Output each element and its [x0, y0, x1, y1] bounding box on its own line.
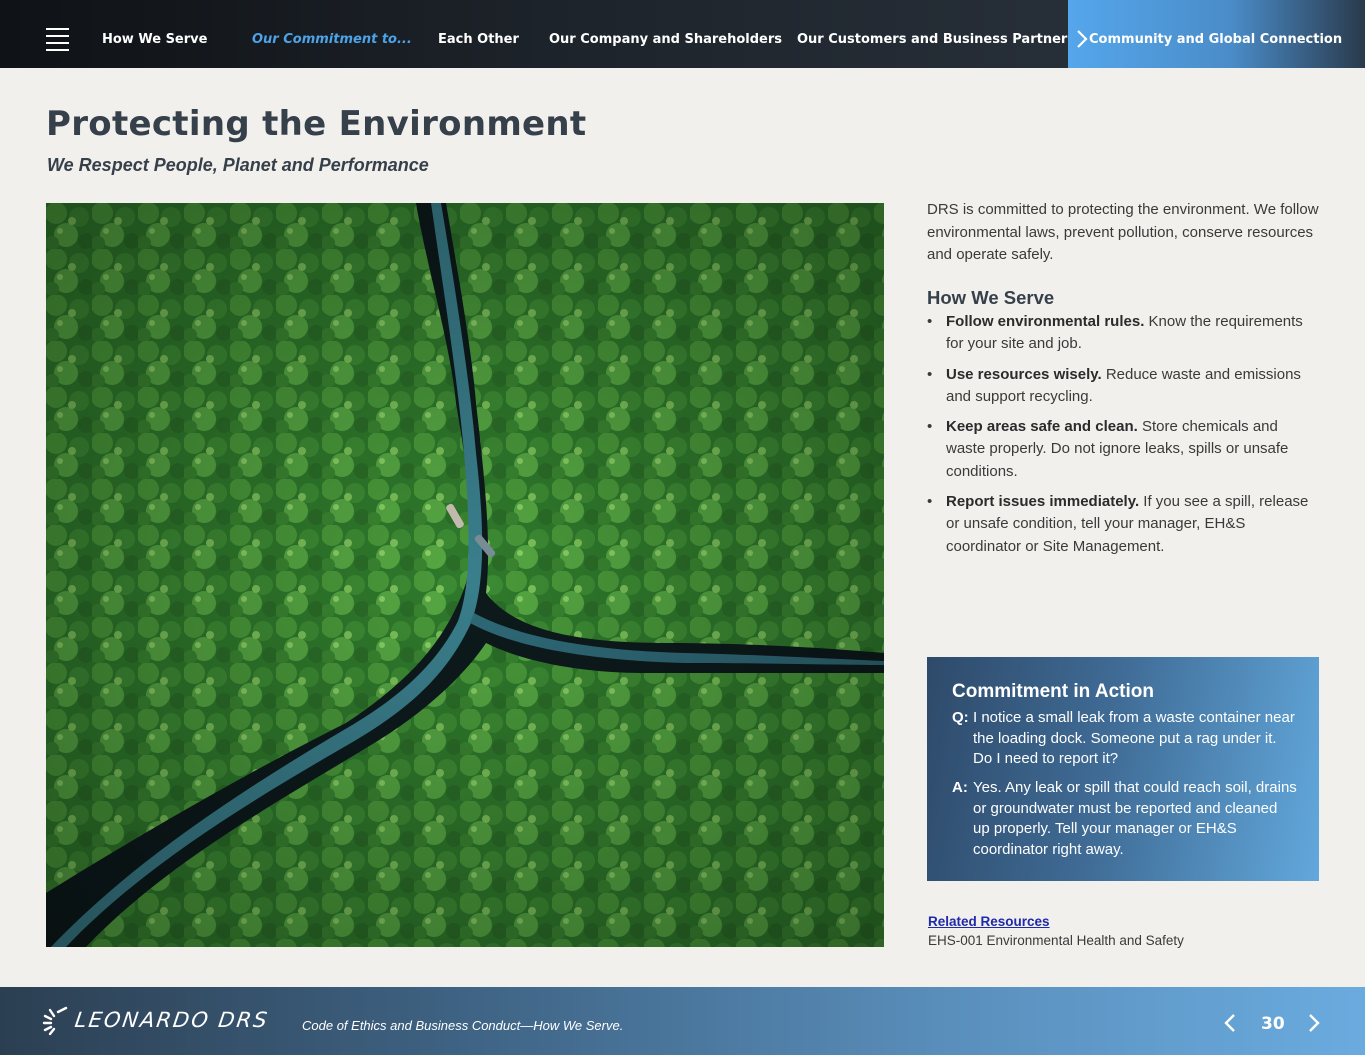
- question-label: Q:: [952, 709, 969, 726]
- callout-title: Commitment in Action: [952, 681, 1154, 702]
- callout-answer: A: Yes. Any leak or spill that could rea…: [952, 778, 1297, 860]
- page-title: Protecting the Environment: [46, 104, 587, 144]
- related-resource-item: EHS-001 Environmental Health and Safety: [928, 933, 1184, 948]
- nav-active-label: Community and Global Connection: [1089, 32, 1343, 47]
- bullet-lead: Keep areas safe and clean.: [946, 418, 1138, 436]
- list-item: Report issues immediately. If you see a …: [927, 491, 1319, 558]
- page-subtitle: We Respect People, Planet and Performanc…: [47, 155, 429, 175]
- nav-item-community-global[interactable]: Community and Global Connection: [1068, 0, 1365, 68]
- hamburger-icon[interactable]: [46, 28, 69, 52]
- commitment-in-action-callout: Commitment in Action Q: I notice a small…: [927, 657, 1319, 881]
- bullet-lead: Use resources wisely.: [946, 365, 1102, 383]
- nav-item-each-other[interactable]: Each Other: [438, 32, 519, 47]
- logo-text: LEONARDO DRS: [73, 1008, 271, 1032]
- section-heading: How We Serve: [927, 287, 1055, 308]
- forest-river-photo: [46, 203, 884, 947]
- nav-item-company-shareholders[interactable]: Our Company and Shareholders: [549, 32, 782, 47]
- page-number: 30: [1261, 1014, 1285, 1034]
- how-we-serve-list: Follow environmental rules. Know the req…: [927, 311, 1319, 566]
- intro-paragraph: DRS is committed to protecting the envir…: [927, 201, 1319, 263]
- nav-item-customers-partners[interactable]: Our Customers and Business Partners: [797, 32, 1075, 47]
- bullet-lead: Report issues immediately.: [946, 493, 1140, 511]
- answer-label: A:: [952, 779, 968, 796]
- footer: LEONARDO DRS Code of Ethics and Business…: [0, 987, 1365, 1055]
- footer-tagline: Code of Ethics and Business Conduct—How …: [302, 1018, 624, 1033]
- list-item: Keep areas safe and clean. Store chemica…: [927, 416, 1319, 483]
- bullet-lead: Follow environmental rules.: [946, 313, 1145, 330]
- chevron-right-icon[interactable]: [1306, 1013, 1322, 1033]
- list-item: Follow environmental rules. Know the req…: [927, 311, 1319, 356]
- top-navigation: How We Serve Our Commitment to... Each O…: [0, 0, 1365, 68]
- callout-question: Q: I notice a small leak from a waste co…: [952, 708, 1297, 770]
- leonardo-logo-icon: [42, 1006, 68, 1036]
- chevron-left-icon[interactable]: [1222, 1013, 1238, 1033]
- question-text: I notice a small leak from a waste conta…: [973, 709, 1295, 767]
- chevron-right-icon: [1077, 30, 1088, 48]
- list-item: Use resources wisely. Reduce waste and e…: [927, 364, 1319, 409]
- nav-item-how-we-serve[interactable]: How We Serve: [102, 32, 207, 47]
- related-resources-link[interactable]: Related Resources: [928, 914, 1050, 929]
- answer-text: Yes. Any leak or spill that could reach …: [973, 779, 1297, 858]
- nav-item-our-commitment[interactable]: Our Commitment to...: [252, 32, 412, 47]
